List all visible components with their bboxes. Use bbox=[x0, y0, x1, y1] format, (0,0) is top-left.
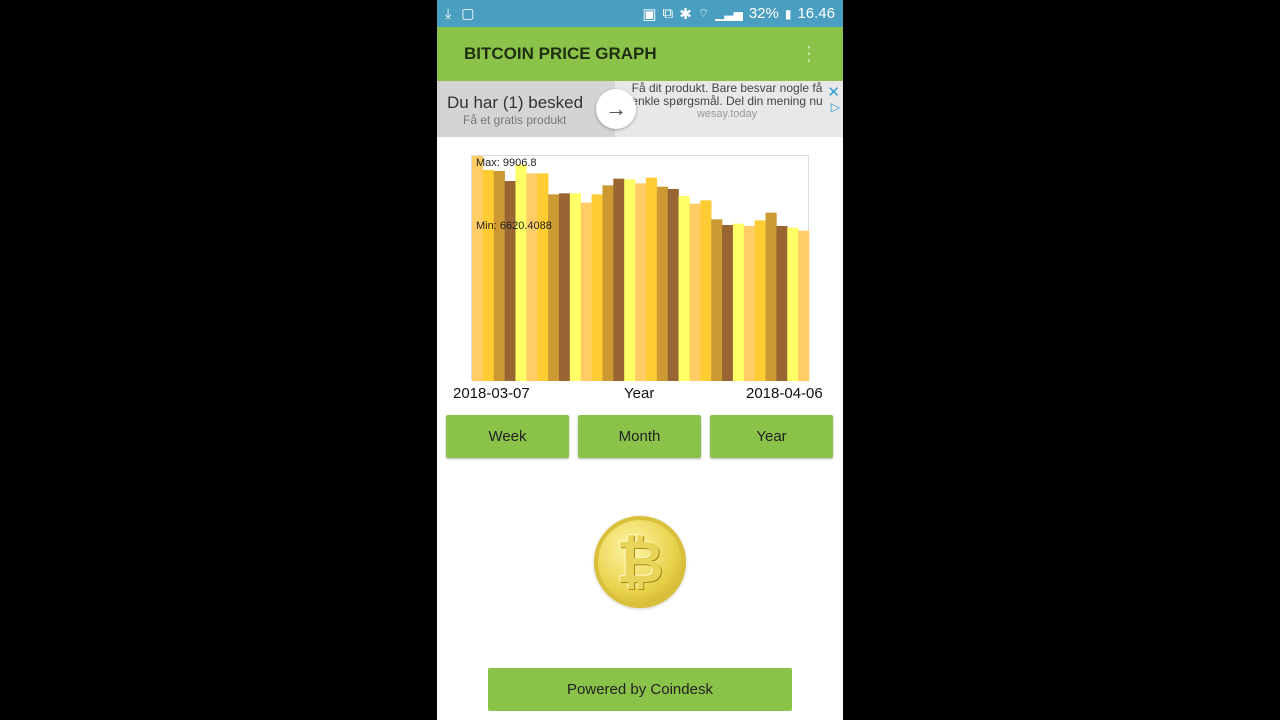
battery-icon: ▮ bbox=[784, 6, 792, 21]
bar-2018-03-08 bbox=[482, 170, 495, 381]
wifi-icon: ⌔ bbox=[697, 6, 710, 20]
bar-2018-04-01 bbox=[743, 225, 755, 381]
close-icon[interactable]: ✕ bbox=[827, 83, 840, 101]
bar-2018-03-21 bbox=[624, 179, 636, 381]
bar-2018-03-27 bbox=[689, 203, 701, 381]
battery-percent: 32% bbox=[748, 5, 779, 22]
bar-2018-03-16 bbox=[569, 193, 582, 381]
bar-2018-03-07 bbox=[472, 156, 484, 381]
bar-2018-03-25 bbox=[667, 189, 679, 381]
app-bar: BITCOIN PRICE GRAPH ⋮ bbox=[437, 27, 843, 81]
bar-2018-03-10 bbox=[504, 181, 516, 381]
bar-2018-04-05 bbox=[787, 227, 799, 381]
x-end-label: 2018-04-06 bbox=[746, 385, 823, 402]
adchoices-icon[interactable]: ▷ bbox=[831, 100, 840, 114]
price-chart: Max: 9906.8 Min: 6620.4088 bbox=[471, 155, 810, 381]
bar-2018-03-11 bbox=[515, 164, 527, 381]
bar-2018-03-28 bbox=[700, 200, 712, 381]
signal-icon: ▁▃▅ bbox=[715, 6, 743, 21]
bar-2018-03-24 bbox=[656, 186, 668, 381]
bar-2018-03-22 bbox=[635, 183, 647, 381]
status-bar: ⤓ ▢ ▣ ⧉ ✱ ⌔ ▁▃▅ 32% ▮ 16.46 bbox=[437, 0, 843, 27]
bar-2018-03-20 bbox=[613, 178, 625, 381]
bar-2018-03-23 bbox=[645, 177, 658, 381]
month-button[interactable]: Month bbox=[578, 415, 701, 458]
phone-screen: ⤓ ▢ ▣ ⧉ ✱ ⌔ ▁▃▅ 32% ▮ 16.46 BITCOIN PRIC… bbox=[437, 0, 843, 720]
battery-saver-icon: ▣ bbox=[642, 5, 657, 23]
max-label: Max: 9906.8 bbox=[476, 157, 537, 169]
bar-2018-03-15 bbox=[558, 193, 571, 381]
bar-2018-03-09 bbox=[493, 171, 505, 381]
chart-bars bbox=[472, 156, 810, 381]
bar-2018-04-06 bbox=[798, 230, 810, 381]
year-button[interactable]: Year bbox=[710, 415, 833, 458]
x-start-label: 2018-03-07 bbox=[453, 385, 530, 402]
min-label: Min: 6620.4088 bbox=[476, 220, 552, 232]
download-icon: ⤓ bbox=[445, 5, 452, 21]
bar-2018-04-04 bbox=[776, 225, 788, 381]
bar-2018-03-12 bbox=[526, 173, 538, 381]
ad-banner[interactable]: Du har (1) besked Få et gratis produkt →… bbox=[437, 81, 843, 137]
bluetooth-icon: ✱ bbox=[679, 5, 692, 23]
ad-headline: Du har (1) besked bbox=[447, 93, 584, 112]
x-mid-label: Year bbox=[624, 385, 655, 402]
bar-2018-03-31 bbox=[732, 223, 745, 381]
bar-2018-03-18 bbox=[591, 194, 603, 381]
bar-2018-04-03 bbox=[765, 212, 777, 381]
week-button[interactable]: Week bbox=[446, 415, 569, 458]
bitcoin-logo-icon: ₿ bbox=[594, 516, 686, 608]
ad-subline: Få et gratis produkt bbox=[463, 113, 567, 127]
more-vert-icon[interactable]: ⋮ bbox=[799, 44, 819, 64]
bar-2018-03-29 bbox=[711, 219, 723, 381]
bar-2018-03-30 bbox=[722, 224, 734, 381]
bar-2018-03-13 bbox=[537, 173, 549, 381]
arrow-right-icon[interactable]: → bbox=[596, 89, 636, 129]
clock: 16.46 bbox=[797, 5, 835, 22]
powered-by-coindesk-button[interactable]: Powered by Coindesk bbox=[488, 668, 792, 711]
bar-2018-03-17 bbox=[580, 202, 592, 381]
screenshot-icon: ▢ bbox=[461, 5, 475, 21]
bar-2018-03-19 bbox=[602, 185, 614, 381]
ad-domain: wesay.today bbox=[696, 108, 758, 120]
app-title: BITCOIN PRICE GRAPH bbox=[464, 44, 657, 63]
bar-2018-03-26 bbox=[678, 196, 690, 381]
cast-icon: ⧉ bbox=[662, 5, 674, 22]
ad-body: Få dit produkt. Bare besvar nogle få enk… bbox=[631, 81, 823, 108]
bar-2018-04-02 bbox=[754, 220, 766, 381]
